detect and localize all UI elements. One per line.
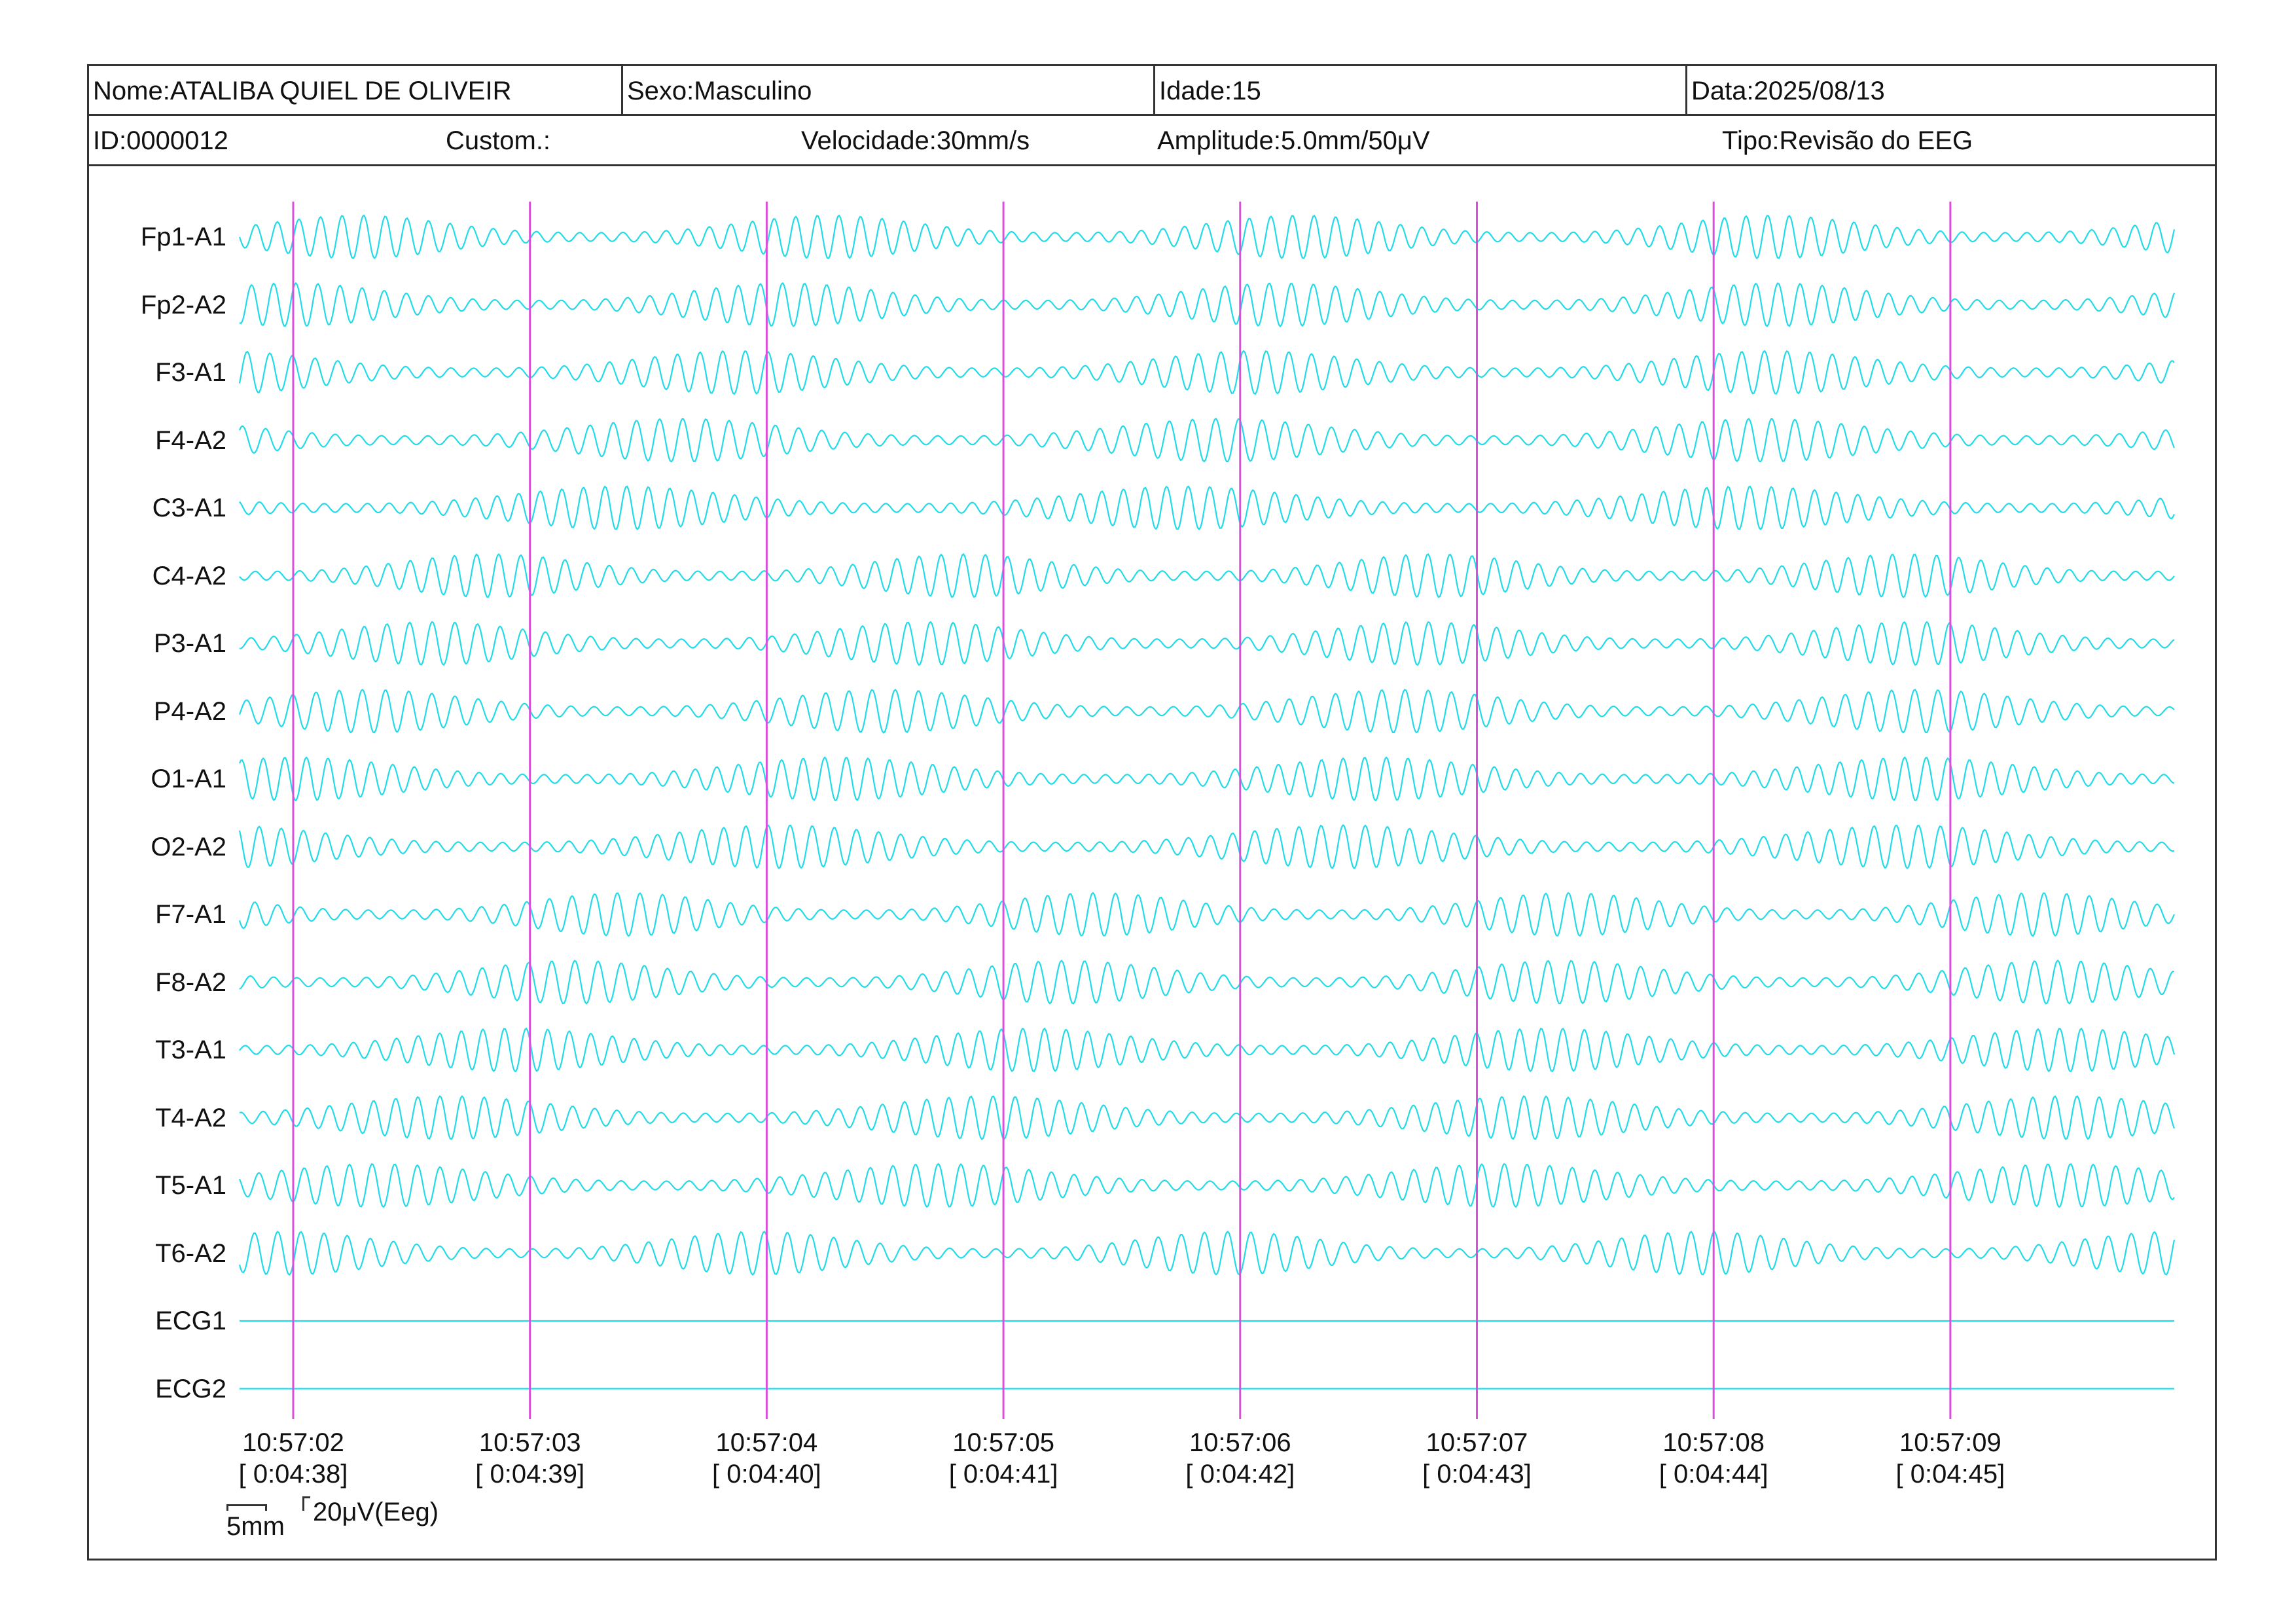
channel-label: P4-A2 bbox=[153, 696, 226, 726]
time-mark-elapsed: [ 0:04:43] bbox=[1422, 1460, 1532, 1489]
eeg-trace-area bbox=[238, 202, 2176, 1419]
channel-label: C3-A1 bbox=[152, 494, 226, 522]
channel-label: ECG1 bbox=[155, 1307, 226, 1335]
time-mark-elapsed: [ 0:04:39] bbox=[475, 1460, 585, 1489]
time-mark-clock: 10:57:06 bbox=[1189, 1428, 1291, 1457]
time-mark-elapsed: [ 0:04:44] bbox=[1659, 1460, 1768, 1489]
channel-label: T4-A2 bbox=[155, 1103, 226, 1132]
channel-label: T5-A1 bbox=[155, 1171, 226, 1200]
time-mark-clock: 10:57:04 bbox=[715, 1428, 818, 1457]
channel-label: P3-A1 bbox=[153, 629, 226, 658]
time-mark-elapsed: [ 0:04:40] bbox=[711, 1460, 821, 1489]
amplitude-scale-bracket bbox=[302, 1496, 310, 1511]
channel-label: F7-A1 bbox=[155, 900, 226, 929]
channel-label: Fp2-A2 bbox=[140, 290, 226, 319]
channel-label: T3-A1 bbox=[155, 1036, 226, 1064]
time-scale-label: 5mm bbox=[226, 1512, 285, 1541]
channel-label: F3-A1 bbox=[155, 358, 226, 387]
channel-label: O1-A1 bbox=[151, 765, 226, 793]
time-mark-clock: 10:57:08 bbox=[1662, 1428, 1765, 1457]
time-scale-bracket bbox=[226, 1504, 267, 1511]
channel-label: O2-A2 bbox=[151, 832, 226, 861]
channel-label: ECG2 bbox=[155, 1374, 226, 1403]
channel-label: F4-A2 bbox=[155, 425, 226, 455]
time-mark-elapsed: [ 0:04:45] bbox=[1895, 1460, 2005, 1489]
time-mark-clock: 10:57:03 bbox=[478, 1428, 581, 1457]
time-mark-clock: 10:57:05 bbox=[952, 1428, 1054, 1457]
time-mark-clock: 10:57:02 bbox=[242, 1428, 344, 1457]
time-mark-elapsed: [ 0:04:41] bbox=[948, 1460, 1058, 1489]
channel-label: T6-A2 bbox=[155, 1238, 226, 1268]
calibration-legend: 5mm 20μV(Eeg) bbox=[226, 1492, 488, 1541]
channel-label: C4-A2 bbox=[152, 561, 226, 590]
time-mark-clock: 10:57:07 bbox=[1426, 1428, 1528, 1457]
time-mark-elapsed: [ 0:04:42] bbox=[1185, 1460, 1295, 1489]
time-mark-elapsed: [ 0:04:38] bbox=[238, 1460, 348, 1489]
time-mark-clock: 10:57:09 bbox=[1899, 1428, 2001, 1457]
channel-label: F8-A2 bbox=[155, 967, 226, 997]
amplitude-scale-label: 20μV(Eeg) bbox=[313, 1498, 439, 1526]
channel-label: Fp1-A1 bbox=[140, 223, 226, 251]
